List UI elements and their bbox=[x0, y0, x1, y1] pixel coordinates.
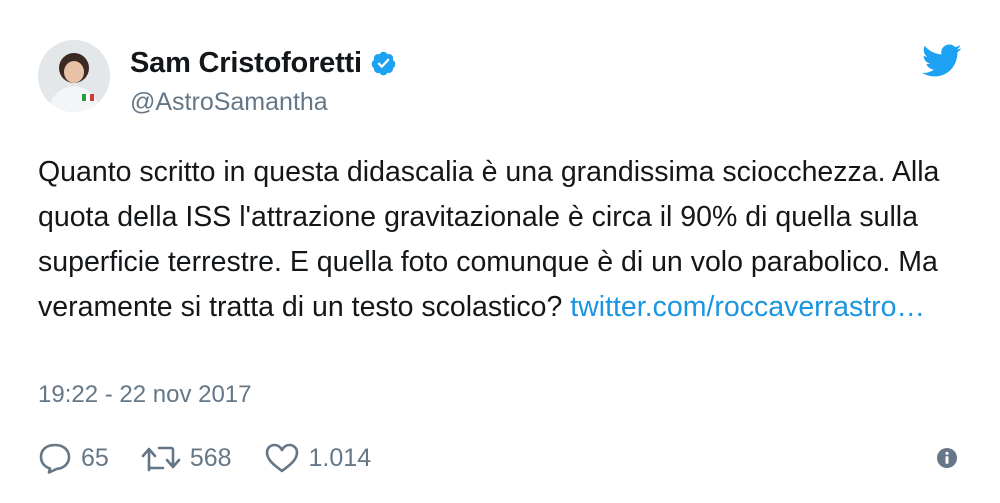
display-name[interactable]: Sam Cristoforetti bbox=[130, 47, 362, 80]
handle[interactable]: @AstroSamantha bbox=[130, 88, 397, 117]
reply-count: 65 bbox=[81, 443, 109, 472]
author-block: Sam Cristoforetti @AstroSamantha bbox=[130, 46, 397, 117]
like-button[interactable]: 1.014 bbox=[264, 442, 372, 474]
retweet-count: 568 bbox=[189, 443, 232, 472]
twitter-bird-icon[interactable] bbox=[922, 44, 962, 78]
retweet-button[interactable]: 568 bbox=[141, 443, 232, 473]
name-row: Sam Cristoforetti bbox=[130, 46, 397, 80]
tweet-card: Sam Cristoforetti @AstroSamantha Quanto … bbox=[0, 0, 1000, 503]
info-icon[interactable] bbox=[936, 447, 958, 469]
timestamp[interactable]: 19:22 - 22 nov 2017 bbox=[38, 381, 252, 409]
tweet-text: Quanto scritto in questa didascalia è un… bbox=[38, 150, 958, 330]
avatar[interactable] bbox=[38, 40, 110, 112]
retweet-icon bbox=[141, 446, 181, 472]
tweet-link[interactable]: twitter.com/roccaverrastro… bbox=[570, 291, 925, 323]
reply-icon bbox=[39, 443, 71, 474]
heart-icon bbox=[265, 443, 298, 473]
action-bar: 65 568 1.014 bbox=[38, 436, 403, 480]
like-count: 1.014 bbox=[308, 443, 372, 472]
reply-button[interactable]: 65 bbox=[38, 442, 109, 474]
verified-badge-icon bbox=[370, 50, 397, 77]
